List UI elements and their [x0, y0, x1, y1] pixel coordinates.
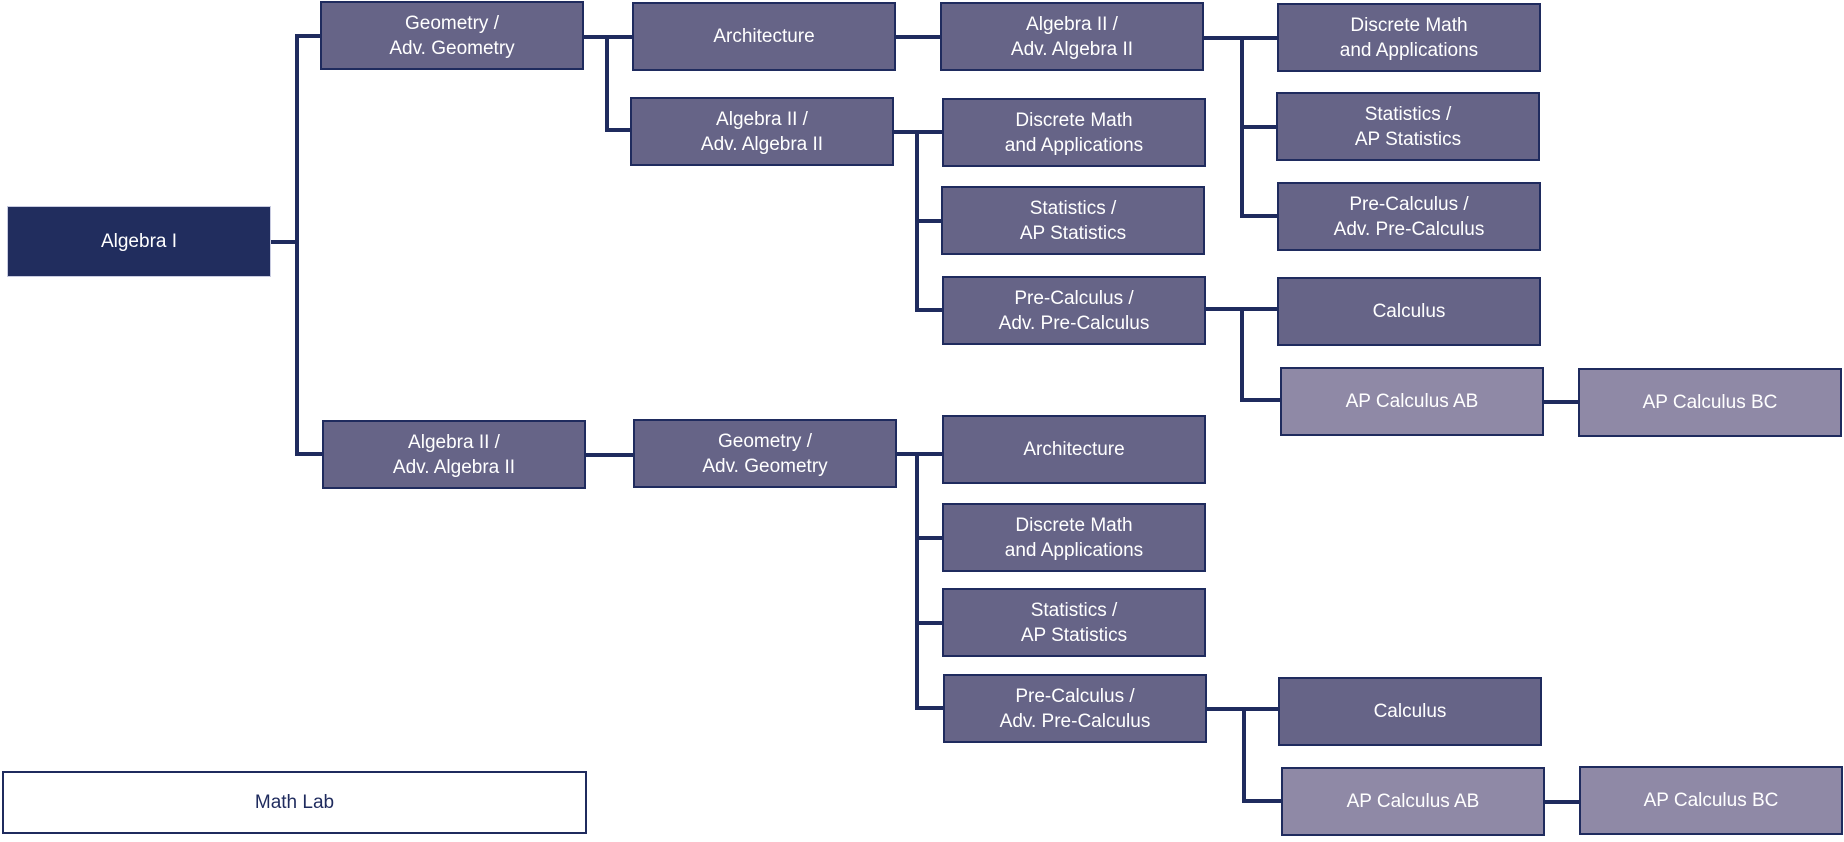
course-ap-calculus-bc[interactable]: AP Calculus BC	[1578, 368, 1842, 437]
course-calculus[interactable]: Calculus	[1278, 677, 1542, 746]
connector	[895, 35, 941, 39]
course-statistics[interactable]: Statistics / AP Statistics	[1276, 92, 1540, 161]
connector	[915, 308, 943, 312]
connector	[1240, 125, 1277, 129]
course-precalculus[interactable]: Pre-Calculus / Adv. Pre-Calculus	[943, 674, 1207, 743]
course-ap-calculus-ab[interactable]: AP Calculus AB	[1281, 767, 1545, 836]
connector	[295, 34, 321, 38]
course-algebra-2[interactable]: Algebra II / Adv. Algebra II	[940, 2, 1204, 71]
connector	[1544, 800, 1580, 804]
connector	[1242, 799, 1282, 803]
connector	[1240, 307, 1244, 402]
course-discrete-math[interactable]: Discrete Math and Applications	[942, 503, 1206, 572]
course-ap-calculus-bc[interactable]: AP Calculus BC	[1579, 766, 1843, 835]
connector	[295, 452, 323, 456]
connector	[295, 34, 299, 456]
course-calculus[interactable]: Calculus	[1277, 277, 1541, 346]
course-discrete-math[interactable]: Discrete Math and Applications	[1277, 3, 1541, 72]
course-statistics[interactable]: Statistics / AP Statistics	[942, 588, 1206, 657]
connector	[1240, 398, 1281, 402]
connector	[896, 452, 943, 456]
course-algebra-1[interactable]: Algebra I	[7, 206, 271, 277]
connector	[915, 452, 919, 710]
connector	[1242, 707, 1246, 803]
connector	[1543, 400, 1579, 404]
course-algebra-2[interactable]: Algebra II / Adv. Algebra II	[322, 420, 586, 489]
connector	[915, 219, 942, 223]
connector	[915, 706, 944, 710]
connector	[605, 35, 609, 132]
course-architecture[interactable]: Architecture	[942, 415, 1206, 484]
connector	[585, 453, 634, 457]
course-math-lab[interactable]: Math Lab	[2, 771, 587, 834]
course-statistics[interactable]: Statistics / AP Statistics	[941, 186, 1205, 255]
connector	[915, 536, 943, 540]
course-geometry[interactable]: Geometry / Adv. Geometry	[320, 1, 584, 70]
connector	[1240, 214, 1277, 218]
course-discrete-math[interactable]: Discrete Math and Applications	[942, 98, 1206, 167]
connector	[915, 621, 943, 625]
course-precalculus[interactable]: Pre-Calculus / Adv. Pre-Calculus	[942, 276, 1206, 345]
course-geometry[interactable]: Geometry / Adv. Geometry	[633, 419, 897, 488]
connector	[605, 128, 631, 132]
course-algebra-2[interactable]: Algebra II / Adv. Algebra II	[630, 97, 894, 166]
course-ap-calculus-ab[interactable]: AP Calculus AB	[1280, 367, 1544, 436]
course-precalculus[interactable]: Pre-Calculus / Adv. Pre-Calculus	[1277, 182, 1541, 251]
course-architecture[interactable]: Architecture	[632, 2, 896, 71]
